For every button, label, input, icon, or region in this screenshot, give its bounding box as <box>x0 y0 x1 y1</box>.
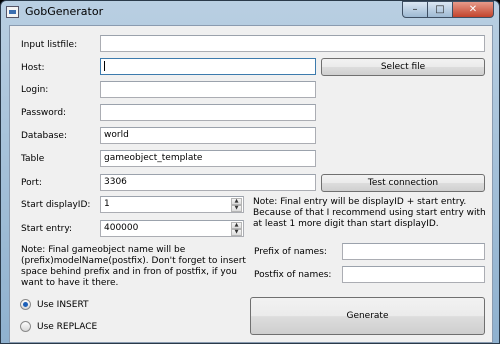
spin-up-arrow-icon[interactable]: ▲ <box>231 198 242 205</box>
start-display-id-label: Start displayID: <box>21 200 91 210</box>
app-icon <box>6 6 19 18</box>
text-caret <box>104 60 105 71</box>
host-label: Host: <box>21 63 45 73</box>
host-field[interactable] <box>100 58 316 75</box>
use-replace-label: Use REPLACE <box>37 322 98 332</box>
use-replace-radio[interactable] <box>20 321 31 332</box>
title-bar: GobGenerator – □ ✕ <box>1 1 499 25</box>
window-title: GobGenerator <box>25 5 104 18</box>
maximize-icon: □ <box>435 4 445 15</box>
start-display-id-value: 1 <box>104 199 110 209</box>
table-field[interactable]: gameobject_template <box>100 150 316 167</box>
select-file-button[interactable]: Select file <box>321 58 485 76</box>
maximize-button[interactable]: □ <box>427 1 453 18</box>
start-entry-spinner: ▲ ▼ <box>231 222 242 236</box>
database-field[interactable]: world <box>100 127 316 144</box>
close-button[interactable]: ✕ <box>452 1 494 18</box>
generate-button[interactable]: Generate <box>250 297 485 335</box>
use-insert-label: Use INSERT <box>37 300 89 310</box>
postfix-label: Postfix of names: <box>254 270 332 280</box>
start-entry-stepper[interactable]: 400000 ▲ ▼ <box>100 220 244 237</box>
login-field[interactable] <box>100 81 316 98</box>
spin-up-arrow-icon[interactable]: ▲ <box>231 222 242 229</box>
start-entry-label: Start entry: <box>21 224 73 234</box>
name-note: Note: Final gameobject name will be (pre… <box>21 245 246 288</box>
prefix-field[interactable] <box>342 243 485 260</box>
password-label: Password: <box>21 108 67 118</box>
spin-down-arrow-icon[interactable]: ▼ <box>231 229 242 236</box>
test-connection-button[interactable]: Test connection <box>321 174 485 192</box>
entry-note: Note: Final entry will be displayID + st… <box>253 197 486 229</box>
form-area: Input listfile: Host: Select file Login:… <box>9 25 493 343</box>
postfix-field[interactable] <box>342 266 485 283</box>
use-insert-radio[interactable] <box>20 299 31 310</box>
start-display-id-spinner: ▲ ▼ <box>231 198 242 212</box>
minimize-icon: – <box>412 4 418 15</box>
start-entry-value: 400000 <box>104 223 139 233</box>
port-label: Port: <box>21 178 42 188</box>
database-label: Database: <box>21 131 67 141</box>
table-label: Table <box>21 154 45 164</box>
minimize-button[interactable]: – <box>402 1 428 18</box>
start-display-id-stepper[interactable]: 1 ▲ ▼ <box>100 196 244 213</box>
close-icon: ✕ <box>468 4 478 15</box>
prefix-label: Prefix of names: <box>254 247 327 257</box>
login-label: Login: <box>21 85 49 95</box>
spin-down-arrow-icon[interactable]: ▼ <box>231 205 242 212</box>
app-window: GobGenerator – □ ✕ Input listfile: Host:… <box>0 0 500 344</box>
input-listfile-label: Input listfile: <box>21 40 78 50</box>
password-field[interactable] <box>100 104 316 121</box>
input-listfile-field[interactable] <box>100 35 485 52</box>
port-field[interactable]: 3306 <box>100 174 316 191</box>
